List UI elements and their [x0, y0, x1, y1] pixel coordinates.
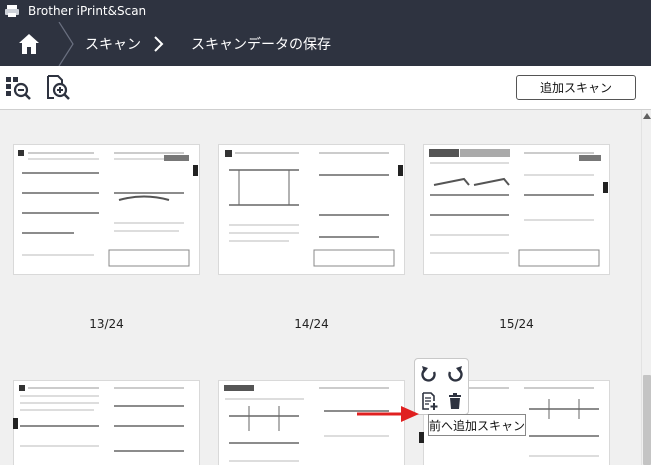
breadcrumb-scan[interactable]: スキャン [85, 22, 141, 66]
delete-page-button[interactable] [444, 390, 466, 412]
chevron-right-icon [154, 36, 164, 52]
page-thumbnail[interactable] [13, 144, 200, 275]
page-action-panel [414, 358, 469, 415]
page-edge-marker [398, 165, 403, 176]
home-button[interactable] [0, 22, 58, 66]
rotate-left-icon [421, 366, 436, 382]
page-thumbnail[interactable] [423, 144, 610, 275]
scanned-page-image [225, 150, 395, 267]
scroll-up-arrow-icon[interactable] [643, 112, 651, 120]
zoom-in-page-icon[interactable] [44, 74, 72, 102]
insert-scan-before-button[interactable] [418, 390, 440, 412]
vertical-scrollbar[interactable] [641, 110, 651, 465]
page-number-label: 14/24 [294, 317, 329, 331]
rotate-left-button[interactable] [418, 363, 440, 385]
breadcrumb-save-scan-data: スキャンデータの保存 [191, 37, 331, 53]
page-edge-marker [13, 418, 18, 429]
page-edge-marker [193, 165, 198, 176]
rotate-right-button[interactable] [444, 363, 466, 385]
page-thumbnail-grid: 13/24 14/24 15/24 [0, 110, 641, 465]
annotation-arrow [357, 406, 419, 422]
scanned-page-image [429, 149, 601, 267]
toolbar: 追加スキャン [0, 66, 651, 110]
page-number-label: 13/24 [89, 317, 124, 331]
printer-app-icon [5, 5, 19, 17]
scrollbar-thumb[interactable] [643, 375, 651, 465]
home-icon [19, 34, 39, 54]
page-thumbnail[interactable] [13, 380, 200, 465]
title-bar: Brother iPrint&Scan [0, 0, 651, 22]
page-number-label: 15/24 [499, 317, 534, 331]
insert-before-icon [422, 392, 438, 410]
trash-icon [449, 393, 461, 409]
page-edge-marker [419, 432, 424, 443]
breadcrumb-separator [58, 22, 74, 66]
page-edge-marker [603, 182, 608, 193]
page-thumbnail[interactable] [218, 144, 405, 275]
rotate-right-icon [448, 366, 463, 382]
zoom-out-grid-icon[interactable] [4, 74, 32, 102]
scanned-page-image [18, 150, 190, 267]
add-scan-button[interactable]: 追加スキャン [516, 75, 636, 100]
tooltip: 前へ追加スキャン [428, 414, 526, 436]
window-title: Brother iPrint&Scan [28, 4, 147, 18]
breadcrumb: スキャン スキャンデータの保存 [0, 22, 651, 66]
scanned-page-image [19, 385, 184, 452]
